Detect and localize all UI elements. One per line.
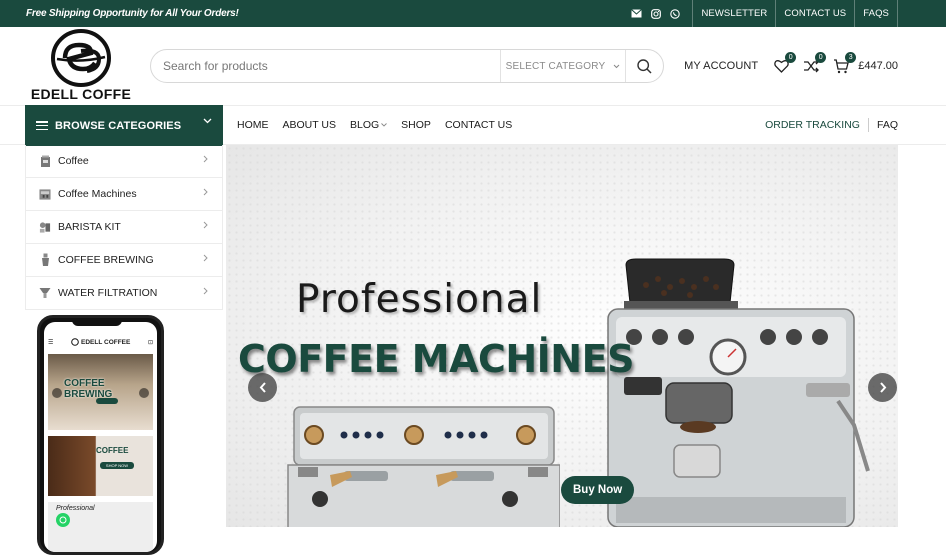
menu-icon [36,121,48,130]
chevron-right-icon [879,382,886,393]
category-select-label: SELECT CATEGORY [505,60,606,72]
search-bar: SELECT CATEGORY [150,49,664,83]
phone-shop-now-button: SHOP NOW [100,462,134,469]
hero-title-line1: Professional [296,277,543,322]
promo-text: Free Shipping Opportunity for All Your O… [26,8,239,19]
navigation-bar: BROWSE CATEGORIES HOME ABOUT US BLOG SHO… [0,105,946,146]
nav-blog[interactable]: BLOG [350,119,387,131]
chevron-down-icon [381,123,387,127]
chevron-right-icon [203,155,208,163]
mail-icon[interactable] [631,8,643,19]
phone-banner-title: Professional [56,505,95,512]
nav-contact-us[interactable]: CONTACT US [445,119,512,131]
order-tracking-link[interactable]: ORDER TRACKING [765,119,860,131]
phone-mockup[interactable]: ☰ EDELL COFFEE ⊡ COFFEE BREWING COFFEE S… [37,315,164,555]
phone-brand-logo: EDELL COFFEE [71,338,130,346]
cart-button[interactable]: 3 [832,52,857,75]
chevron-down-icon [203,118,212,124]
browse-categories-button[interactable]: BROWSE CATEGORIES [25,105,223,146]
newsletter-link[interactable]: NEWSLETTER [692,0,775,27]
logo-mark-icon [51,29,111,87]
phone-header: ☰ EDELL COFFEE ⊡ [48,334,153,350]
my-account-link[interactable]: MY ACCOUNT [684,60,758,72]
slider-next-button[interactable] [868,373,897,402]
category-item-coffee[interactable]: Coffee [25,145,223,178]
hero-slider: Professional COFFEE MACHİNES Buy Now [226,145,898,527]
espresso-machine-icon [39,187,51,201]
menu-icon: ☰ [48,339,54,346]
nav-blog-label: BLOG [349,119,380,131]
compare-count: 0 [815,52,827,63]
category-select[interactable]: SELECT CATEGORY [500,50,625,82]
phone-prev-arrow-icon [52,388,62,398]
barista-kit-icon [39,220,51,234]
search-input[interactable] [151,50,500,82]
chevron-right-icon [203,287,208,295]
whatsapp-icon[interactable] [669,8,680,19]
contact-us-link[interactable]: CONTACT US [775,0,854,27]
phone-banner-button [96,398,118,404]
phone-banner-title: COFFEE [96,446,129,455]
brand-name: EDELL COFFE [30,86,132,102]
nav-divider [867,118,869,132]
phone-next-arrow-icon [139,388,149,398]
wishlist-button[interactable]: 0 [772,52,797,75]
nav-about-us[interactable]: ABOUT US [283,119,336,131]
brand-logo[interactable]: EDELL COFFE [26,29,136,103]
cart-count: 3 [845,52,857,63]
category-list: Coffee Coffee Machines BARISTA KIT COFFE… [25,145,223,310]
sage-espresso-machine-image [607,258,870,527]
category-label: COFFEE BREWING [58,254,154,266]
slider-prev-button[interactable] [248,373,277,402]
nav-shop[interactable]: SHOP [401,119,431,131]
compare-button[interactable]: 0 [802,52,827,75]
category-label: Coffee [58,155,89,167]
phone-banner-brewing: COFFEE BREWING [48,354,153,430]
header-actions: MY ACCOUNT 0 0 3 £447.00 [684,52,898,75]
category-label: BARISTA KIT [58,221,121,233]
phone-banner-professional: Professional [48,502,153,552]
brewer-icon [39,253,51,267]
category-item-barista-kit[interactable]: BARISTA KIT [25,211,223,244]
top-bar-right: NEWSLETTER CONTACT US FAQS [631,0,946,27]
nav-home[interactable]: HOME [237,119,269,131]
top-bar: Free Shipping Opportunity for All Your O… [0,0,946,27]
chevron-right-icon [203,254,208,262]
whatsapp-icon[interactable] [56,513,70,527]
phone-notch [72,318,122,326]
category-label: WATER FILTRATION [58,287,158,299]
chevron-right-icon [203,188,208,196]
wishlist-count: 0 [785,52,797,63]
search-icon [637,58,652,74]
chevron-left-icon [259,382,266,393]
social-links [631,8,680,19]
espresso-machine-image [287,406,560,527]
phone-banner-coffee: COFFEE SHOP NOW [48,436,153,496]
faqs-link[interactable]: FAQS [854,0,898,27]
faq-link[interactable]: FAQ [877,119,898,131]
search-button[interactable] [625,50,663,82]
category-item-coffee-brewing[interactable]: COFFEE BREWING [25,244,223,277]
main-menu: HOME ABOUT US BLOG SHOP CONTACT US [237,119,512,131]
browse-categories-label: BROWSE CATEGORIES [55,119,182,132]
category-label: Coffee Machines [58,188,137,200]
category-item-water-filtration[interactable]: WATER FILTRATION [25,277,223,310]
coffee-bag-icon [39,154,51,168]
phone-brand-name: EDELL COFFEE [81,338,131,346]
chevron-right-icon [203,221,208,229]
secondary-menu: ORDER TRACKING FAQ [765,118,898,132]
cart-icon: ⊡ [147,339,153,346]
site-header: EDELL COFFE SELECT CATEGORY MY ACCOUNT 0… [0,27,946,105]
buy-now-button[interactable]: Buy Now [561,476,635,504]
chevron-down-icon [613,64,620,68]
category-item-coffee-machines[interactable]: Coffee Machines [25,178,223,211]
filter-icon [39,286,51,300]
hero-title-line2: COFFEE MACHİNES [238,337,634,381]
instagram-icon[interactable] [650,8,661,19]
cart-total[interactable]: £447.00 [858,60,898,72]
